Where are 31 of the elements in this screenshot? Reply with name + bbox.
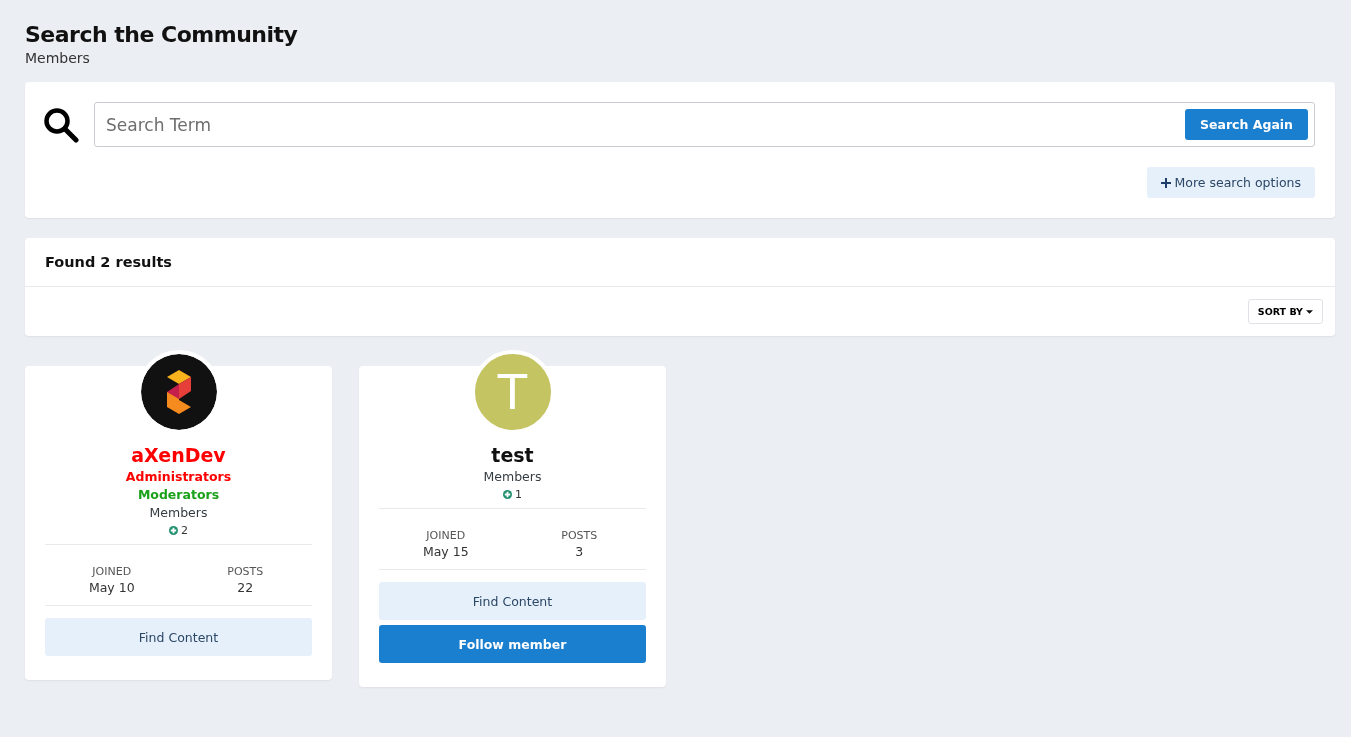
reputation-count: 2 xyxy=(181,524,188,537)
search-again-button[interactable]: Search Again xyxy=(1185,109,1308,140)
stat-value: 22 xyxy=(236,580,255,595)
page-subtitle: Members xyxy=(25,50,91,66)
stat-label: POSTS xyxy=(226,565,265,578)
stat-label: JOINED xyxy=(424,529,467,542)
search-field[interactable]: Search Term Search Again xyxy=(94,102,1315,147)
find-content-button[interactable]: Find Content xyxy=(45,618,312,656)
plus-circle-icon xyxy=(503,490,512,499)
stat-label: POSTS xyxy=(560,529,599,542)
sort-by-button[interactable]: SORT BY xyxy=(1247,299,1323,324)
follow-button[interactable]: Follow member xyxy=(379,625,646,663)
stat-value: May 15 xyxy=(421,544,470,559)
stat-value: 3 xyxy=(574,544,585,559)
member-name[interactable]: test xyxy=(379,444,646,466)
member-name[interactable]: aXenDev xyxy=(45,444,312,466)
search-icon xyxy=(43,106,79,143)
caret-icon xyxy=(1306,309,1313,314)
member-group: Moderators xyxy=(45,487,312,502)
member-group: Administrators xyxy=(45,469,312,484)
page-title: Search the Community xyxy=(25,22,299,47)
stat-value: May 10 xyxy=(87,580,136,595)
plus-icon xyxy=(1160,177,1171,188)
results-title: Found 2 results xyxy=(25,238,1335,287)
more-search-options-button[interactable]: More search options xyxy=(1146,167,1315,198)
reputation-count: 1 xyxy=(515,488,522,501)
member-group: Members xyxy=(379,469,646,484)
plus-circle-icon xyxy=(169,526,178,535)
find-content-button[interactable]: Find Content xyxy=(379,582,646,620)
member-group: Members xyxy=(45,505,312,520)
stat-label: JOINED xyxy=(90,565,133,578)
